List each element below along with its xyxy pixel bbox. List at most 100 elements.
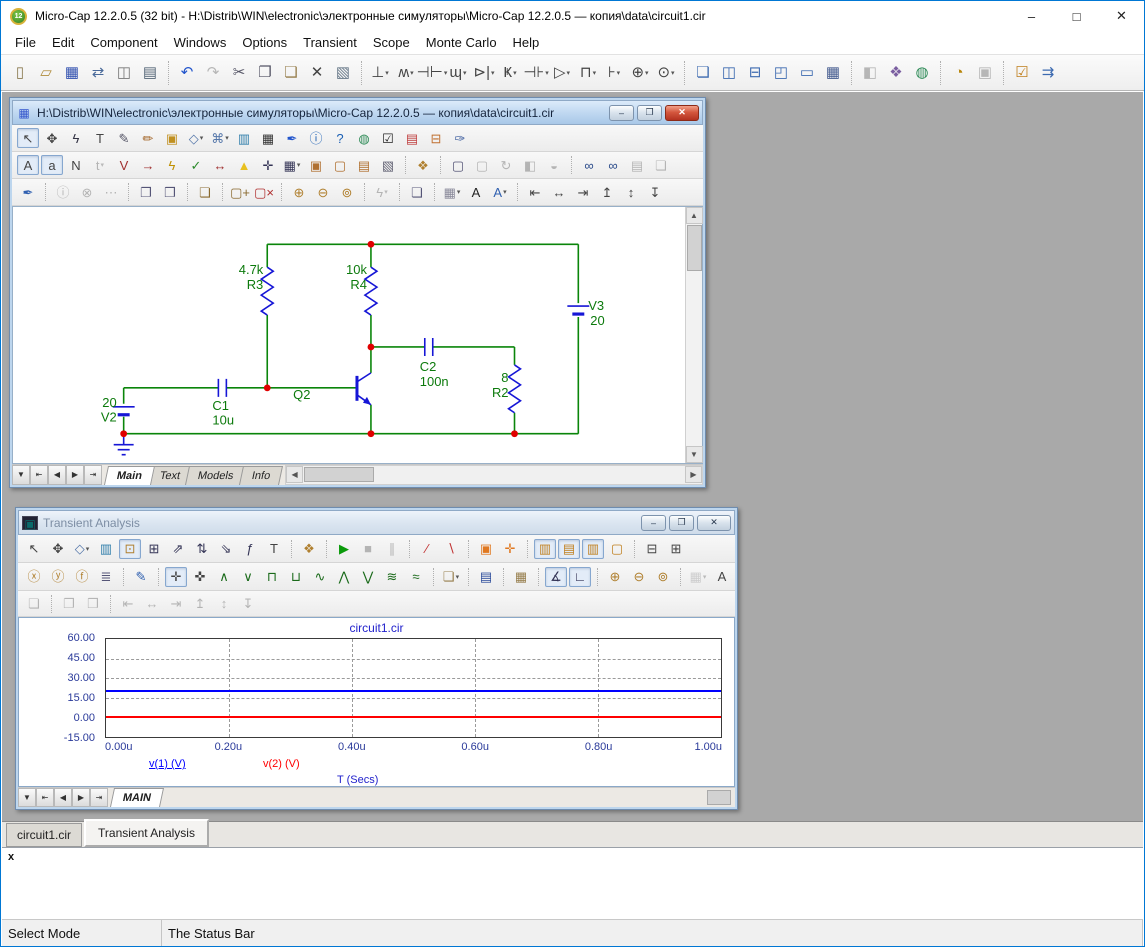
- close-panel-button[interactable]: x: [8, 851, 14, 863]
- picture-mode-icon[interactable]: ▥: [95, 539, 117, 559]
- component-cart-icon[interactable]: ▣: [161, 128, 183, 148]
- menu-edit[interactable]: Edit: [44, 32, 82, 53]
- grid-none-toggle-icon[interactable]: ▢: [606, 539, 628, 559]
- crosshair-toggle-icon[interactable]: ✛: [257, 155, 279, 175]
- rubberband-toggle-icon[interactable]: ▧: [377, 155, 399, 175]
- first-tab-icon[interactable]: ⇤: [36, 788, 54, 807]
- fx-settings-icon[interactable]: ⓕ: [71, 567, 93, 587]
- grid-pattern-icon[interactable]: ▦▾: [441, 182, 463, 202]
- annotate-mode-icon[interactable]: ✒: [281, 128, 303, 148]
- menu-monte-carlo[interactable]: Monte Carlo: [418, 32, 505, 53]
- page-tab-main[interactable]: Main: [104, 466, 155, 485]
- send-to-back-icon[interactable]: ❒: [159, 182, 181, 202]
- spreadsheet-mode-icon[interactable]: ▦: [257, 128, 279, 148]
- clipboard-icon[interactable]: ❏▾: [440, 567, 462, 587]
- properties-icon[interactable]: ❖: [298, 539, 320, 559]
- info-mode-icon[interactable]: ⓘ: [305, 128, 327, 148]
- calculator-icon[interactable]: ▦: [820, 60, 846, 86]
- menu-options[interactable]: Options: [234, 32, 295, 53]
- web-update-icon[interactable]: ◍: [909, 60, 935, 86]
- scroll-right-button[interactable]: ▶: [685, 466, 702, 483]
- text-mode-icon[interactable]: T: [89, 128, 111, 148]
- menu-scope[interactable]: Scope: [365, 32, 418, 53]
- translate-file-icon[interactable]: ⇄: [85, 60, 111, 86]
- diode-component-icon[interactable]: ⊳|▾: [471, 60, 497, 86]
- close-button[interactable]: ✕: [1099, 1, 1144, 31]
- series-v1[interactable]: [106, 690, 721, 692]
- page-view-icon[interactable]: ❏: [406, 182, 428, 202]
- edit-curve-icon[interactable]: ✎: [130, 567, 152, 587]
- zoom-100-icon[interactable]: ⊚: [336, 182, 358, 202]
- zoom-100-icon[interactable]: ⊚: [652, 567, 674, 587]
- maximize-button[interactable]: □: [1054, 1, 1099, 31]
- save-file-icon[interactable]: ▦: [59, 60, 85, 86]
- tile-horizontal-icon[interactable]: ⊟: [742, 60, 768, 86]
- waveform-chart[interactable]: circuit1.cir 60.0045.0030.0015.000.00-15…: [18, 617, 735, 787]
- vertical-axis-cursor-icon[interactable]: ∟: [569, 567, 591, 587]
- expand-view-icon[interactable]: ✛: [499, 539, 521, 559]
- font-color-icon[interactable]: A▾: [489, 182, 511, 202]
- add-page-icon[interactable]: ▢+: [229, 182, 251, 202]
- zoom-in-icon[interactable]: ⊕: [604, 567, 626, 587]
- region-edit-mode-icon[interactable]: ▤: [401, 128, 423, 148]
- menu-help[interactable]: Help: [505, 32, 548, 53]
- cursor-next-icon[interactable]: ✛: [165, 567, 187, 587]
- series-v2[interactable]: [106, 716, 721, 718]
- formula-tag-mode-icon[interactable]: ƒ: [239, 539, 261, 559]
- collapse-plot-icon[interactable]: ⊟: [641, 539, 663, 559]
- inflection-icon[interactable]: ∿: [309, 567, 331, 587]
- open-file-icon[interactable]: ▱: [33, 60, 59, 86]
- battery-component-icon[interactable]: ⊦▾: [601, 60, 627, 86]
- doc-tab-transient-analysis[interactable]: Transient Analysis: [84, 819, 209, 847]
- mosfet-component-icon[interactable]: ⊣⊦▾: [523, 60, 549, 86]
- sine-source-component-icon[interactable]: ⊙▾: [653, 60, 679, 86]
- condition-toggle-icon[interactable]: ✓: [185, 155, 207, 175]
- remove-page-icon[interactable]: ▢×: [253, 182, 275, 202]
- current-toggle-icon[interactable]: →: [137, 155, 159, 175]
- data-points-icon[interactable]: ▦: [510, 567, 532, 587]
- horizontal-tag-mode-icon[interactable]: ⇘: [215, 539, 237, 559]
- pin-connections-toggle-icon[interactable]: ↔: [209, 155, 231, 175]
- grid-toggle-icon[interactable]: ▦▾: [281, 155, 303, 175]
- shapes-mode-icon[interactable]: ◇▾: [71, 539, 93, 559]
- print-icon[interactable]: ▤: [137, 60, 163, 86]
- region-lines-mode-icon[interactable]: ⊟: [425, 128, 447, 148]
- link-mode-icon[interactable]: ◍: [353, 128, 375, 148]
- scroll-up-button[interactable]: ▲: [686, 207, 703, 224]
- resistor-component-icon[interactable]: ʍ▾: [393, 60, 419, 86]
- grid-y-toggle-icon[interactable]: ▤: [558, 539, 580, 559]
- cascade-windows-icon[interactable]: ❏: [690, 60, 716, 86]
- cursor-prev-icon[interactable]: ✜: [189, 567, 211, 587]
- region-enable-mode-icon[interactable]: ☑: [377, 128, 399, 148]
- flowchart-mode-icon[interactable]: ⌘▾: [209, 128, 231, 148]
- page-tab-info[interactable]: Info: [239, 466, 283, 485]
- properties-icon[interactable]: ❖: [412, 155, 434, 175]
- grid-both-toggle-icon[interactable]: ▥: [582, 539, 604, 559]
- scale-mode-icon[interactable]: ⊡: [119, 539, 141, 559]
- transistor-npn-component-icon[interactable]: Ҝ▾: [497, 60, 523, 86]
- minimize-button[interactable]: –: [609, 105, 634, 121]
- select-mode-icon[interactable]: ↖: [17, 128, 39, 148]
- scroll-down-button[interactable]: ▼: [686, 446, 703, 463]
- overlap-windows-icon[interactable]: ◰: [768, 60, 794, 86]
- opamp-component-icon[interactable]: ▷▾: [549, 60, 575, 86]
- legend-2[interactable]: v(2) (V): [263, 758, 300, 770]
- vertical-scrollbar[interactable]: ▲ ▼: [685, 207, 702, 463]
- top-points-icon[interactable]: ≈: [405, 567, 427, 587]
- vertical-tag-mode-icon[interactable]: ⇅: [191, 539, 213, 559]
- pulse-source-component-icon[interactable]: ⊓▾: [575, 60, 601, 86]
- sheet-toggle-icon[interactable]: ▤: [353, 155, 375, 175]
- align-right-icon[interactable]: ⇥: [572, 182, 594, 202]
- pcb-view-icon[interactable]: ▣: [475, 539, 497, 559]
- restore-button[interactable]: ❐: [637, 105, 662, 121]
- paste-icon[interactable]: ❏: [278, 60, 304, 86]
- step-ccw-icon[interactable]: ⇉: [1035, 60, 1061, 86]
- color-settings-icon[interactable]: ✒: [17, 182, 39, 202]
- expand-plot-icon[interactable]: ⊞: [665, 539, 687, 559]
- horizontal-scroll-thumb[interactable]: [304, 467, 374, 482]
- find-next-icon[interactable]: ∞: [602, 155, 624, 175]
- next-tab-icon[interactable]: ▶: [72, 788, 90, 807]
- new-file-icon[interactable]: ▯: [7, 60, 33, 86]
- prev-tab-icon[interactable]: ◀: [54, 788, 72, 807]
- text-mode-icon[interactable]: T: [263, 539, 285, 559]
